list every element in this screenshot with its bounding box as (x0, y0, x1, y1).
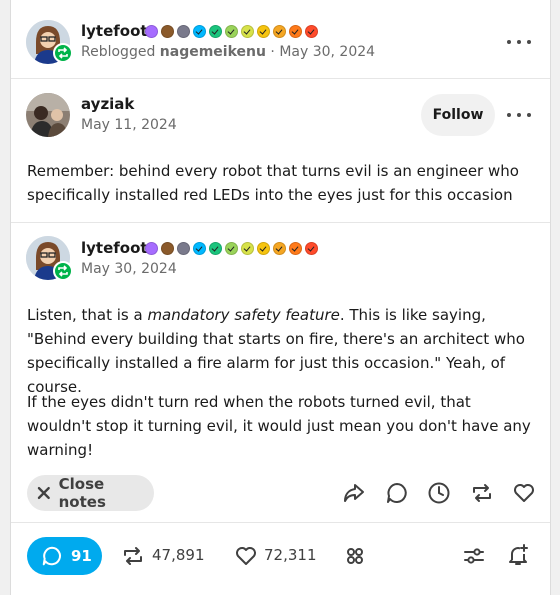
badge-icon (241, 242, 254, 255)
close-notes-label: Close notes (58, 475, 106, 511)
badge-row (145, 25, 321, 38)
reblog-info: Reblogged nagemeikenu · May 30, 2024 (81, 44, 375, 60)
badge-icon (225, 25, 238, 38)
badge-icon (257, 242, 270, 255)
badge-icon (177, 25, 190, 38)
share-icon[interactable] (342, 481, 366, 505)
comment-icon (42, 546, 61, 566)
notes-count-button[interactable]: 91 (27, 537, 102, 575)
reply-icon[interactable] (385, 481, 409, 505)
badge-icon (305, 25, 318, 38)
reply-emphasis: mandatory safety feature (147, 306, 340, 324)
badge-icon (177, 242, 190, 255)
reply-date[interactable]: May 30, 2024 (81, 261, 177, 277)
reblogged-from-link[interactable]: nagemeikenu (160, 44, 266, 60)
post-author[interactable]: lytefoot (81, 22, 148, 40)
badge-icon (241, 25, 254, 38)
badge-row (145, 242, 321, 255)
badge-icon (161, 242, 174, 255)
divider (11, 222, 550, 223)
badge-icon (289, 242, 302, 255)
separator: · (270, 44, 275, 60)
badge-icon (257, 25, 270, 38)
badge-icon (273, 25, 286, 38)
close-icon (37, 486, 50, 500)
blaze-icon[interactable] (343, 544, 367, 568)
reply-author[interactable]: lytefoot (81, 239, 148, 257)
avatar[interactable] (26, 93, 70, 137)
divider (11, 78, 550, 79)
reply-paragraph-1: Listen, that is a mandatory safety featu… (27, 303, 537, 399)
like-count-icon[interactable] (234, 544, 258, 568)
reply-text: Listen, that is a (27, 306, 148, 324)
badge-icon (193, 25, 206, 38)
badge-icon (161, 25, 174, 38)
original-post-body: Remember: behind every robot that turns … (27, 162, 519, 204)
clock-icon[interactable] (427, 481, 451, 505)
post-date[interactable]: May 30, 2024 (279, 44, 375, 60)
badge-icon (145, 25, 158, 38)
badge-icon (209, 25, 222, 38)
badge-icon (145, 242, 158, 255)
original-date[interactable]: May 11, 2024 (81, 117, 177, 133)
close-notes-button[interactable]: Close notes (27, 475, 154, 511)
post-card: lytefoot Reblogged nagemeikenu · May 30,… (10, 0, 551, 595)
follow-button[interactable]: Follow (421, 94, 495, 136)
reblog-badge-icon (53, 43, 73, 63)
reblog-icon[interactable] (470, 481, 494, 505)
badge-icon (273, 242, 286, 255)
badge-icon (225, 242, 238, 255)
badge-icon (209, 242, 222, 255)
badge-icon (305, 242, 318, 255)
original-author[interactable]: ayziak (81, 95, 134, 113)
notes-count: 91 (71, 547, 92, 565)
reblogged-label: Reblogged (81, 44, 156, 60)
likes-count[interactable]: 72,311 (264, 546, 317, 564)
reblog-count-icon[interactable] (121, 544, 145, 568)
more-options-icon[interactable] (507, 107, 531, 123)
divider (11, 522, 550, 523)
more-options-icon[interactable] (507, 34, 531, 50)
heart-icon[interactable] (512, 481, 536, 505)
reblog-badge-icon (53, 261, 73, 281)
badge-icon (289, 25, 302, 38)
reblogs-count[interactable]: 47,891 (152, 546, 205, 564)
badge-icon (193, 242, 206, 255)
reply-paragraph-2: If the eyes didn't turn red when the rob… (27, 393, 531, 459)
settings-sliders-icon[interactable] (462, 544, 486, 568)
notification-bell-icon[interactable] (506, 543, 530, 567)
